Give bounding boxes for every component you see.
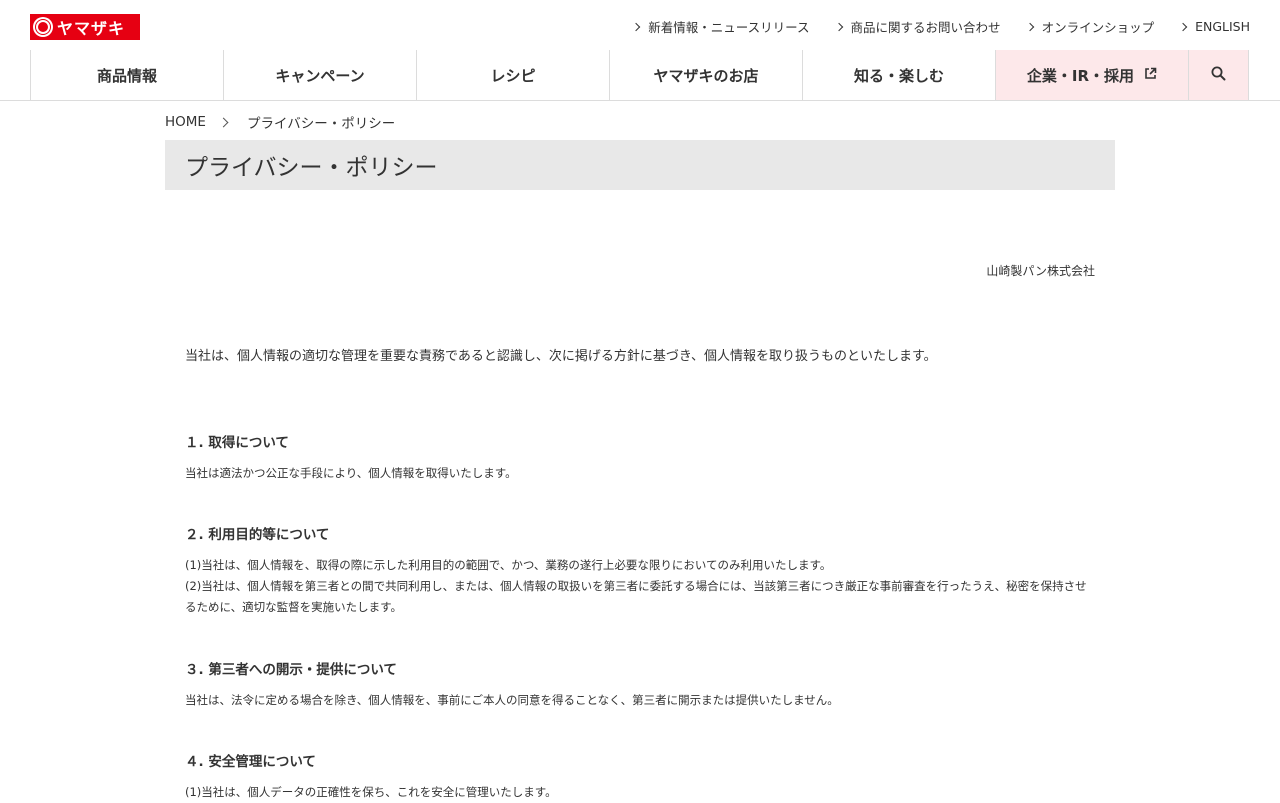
product-inquiry-link-label: 商品に関するお問い合わせ	[850, 20, 1001, 35]
online-shop-link-label: オンラインショップ	[1041, 20, 1155, 35]
yamazaki-logo[interactable]: ヤマザキ	[30, 14, 140, 40]
nav-stores[interactable]: ヤマザキのお店	[610, 50, 803, 100]
nav-products[interactable]: 商品情報	[31, 50, 224, 100]
nav-campaign-label: キャンペーン	[275, 66, 365, 85]
english-link-label: ENGLISH	[1195, 19, 1250, 34]
english-link[interactable]: ENGLISH	[1178, 17, 1250, 36]
policy-section-purpose: ２. 利用目的等について (1)当社は、個人情報を、取得の際に示した利用目的の範…	[185, 523, 1095, 618]
section-heading: １. 取得について	[185, 435, 289, 451]
page-title: プライバシー・ポリシー	[185, 155, 438, 181]
breadcrumb-current: プライバシー・ポリシー	[246, 116, 396, 132]
nav-recipes-label: レシピ	[490, 66, 536, 85]
chevron-right-icon	[632, 22, 641, 31]
intro-text: 当社は、個人情報の適切な管理を重要な責務であると認識し、次に掲げる方針に基づき、…	[185, 349, 937, 364]
nav-corporate-label: 企業・IR・採用	[1026, 66, 1135, 85]
policy-section-security: ４. 安全管理について (1)当社は、個人データの正確性を保ち、これを安全に管理…	[185, 750, 1095, 803]
breadcrumb-home[interactable]: HOME	[165, 114, 206, 130]
nav-divider	[0, 100, 1280, 101]
nav-stores-label: ヤマザキのお店	[653, 66, 759, 85]
nav-products-label: 商品情報	[96, 66, 157, 85]
search-button[interactable]	[1189, 50, 1249, 100]
news-link-label: 新着情報・ニュースリリース	[648, 20, 810, 35]
chevron-right-icon	[1178, 22, 1188, 31]
external-link-icon	[1144, 66, 1157, 84]
utility-nav: 新着情報・ニュースリリース 商品に関するお問い合わせ オンラインショップ ENG…	[632, 17, 1250, 36]
chevron-right-icon	[834, 22, 843, 31]
policy-section-disclosure: ３. 第三者への開示・提供について 当社は、法令に定める場合を除き、個人情報を、…	[185, 658, 1095, 711]
chevron-right-icon	[1025, 22, 1034, 31]
top-bar: ヤマザキ 新着情報・ニュースリリース 商品に関するお問い合わせ オンラインショッ…	[0, 0, 1280, 50]
company-name: 山崎製パン株式会社	[986, 264, 1095, 278]
breadcrumb: HOME プライバシー・ポリシー	[165, 112, 395, 132]
section-paragraph: 当社は適法かつ公正な手段により、個人情報を取得いたします。	[185, 466, 517, 480]
section-heading: ２. 利用目的等について	[185, 527, 330, 543]
chevron-right-icon	[218, 117, 229, 127]
section-heading: ３. 第三者への開示・提供について	[185, 662, 397, 678]
section-heading: ４. 安全管理について	[185, 754, 316, 770]
section-paragraph: (1)当社は、個人情報を、取得の際に示した利用目的の範囲で、かつ、業務の遂行上必…	[185, 558, 832, 572]
nav-learn-enjoy[interactable]: 知る・楽しむ	[803, 50, 996, 100]
nav-learn-enjoy-label: 知る・楽しむ	[853, 66, 944, 85]
news-link[interactable]: 新着情報・ニュースリリース	[632, 17, 810, 36]
search-icon	[1211, 66, 1226, 85]
nav-corporate[interactable]: 企業・IR・採用	[996, 50, 1189, 100]
sun-logo-icon	[33, 17, 53, 37]
page-title-box: プライバシー・ポリシー	[165, 140, 1115, 190]
nav-campaign[interactable]: キャンペーン	[224, 50, 417, 100]
online-shop-link[interactable]: オンラインショップ	[1025, 17, 1155, 36]
global-nav: 商品情報 キャンペーン レシピ ヤマザキのお店 知る・楽しむ 企業・IR・採用	[30, 50, 1251, 100]
nav-recipes[interactable]: レシピ	[417, 50, 610, 100]
product-inquiry-link[interactable]: 商品に関するお問い合わせ	[834, 17, 1001, 36]
section-paragraph: 当社は、法令に定める場合を除き、個人情報を、事前にご本人の同意を得ることなく、第…	[185, 693, 839, 707]
policy-section-acquisition: １. 取得について 当社は適法かつ公正な手段により、個人情報を取得いたします。	[185, 431, 1095, 484]
logo-text: ヤマザキ	[57, 19, 126, 38]
section-paragraph: (2)当社は、個人情報を第三者との間で共同利用し、または、個人情報の取扱いを第三…	[185, 579, 1087, 614]
